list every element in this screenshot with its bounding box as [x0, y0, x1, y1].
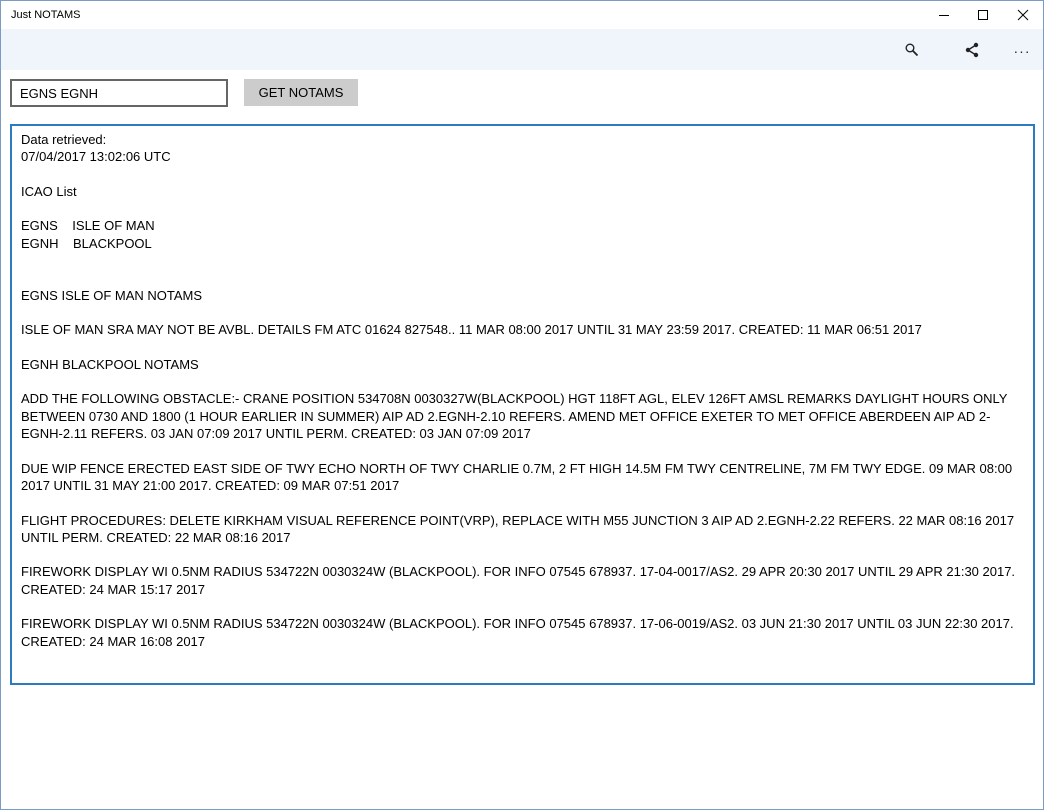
- section-heading: EGNS ISLE OF MAN NOTAMS: [21, 287, 203, 303]
- notam-entry: DUE WIP FENCE ERECTED EAST SIDE OF TWY E…: [21, 460, 1013, 493]
- app-window: Just NOTAMS ··· EGNS EGNH GET NOTAMS Dat…: [0, 0, 1044, 810]
- icao-name: BLACKPOOL: [73, 235, 152, 251]
- retrieved-label: Data retrieved:: [21, 132, 107, 147]
- maximize-button[interactable]: [963, 1, 1003, 29]
- icao-list-title: ICAO List: [21, 183, 77, 199]
- icao-code: EGNS: [21, 218, 58, 234]
- close-button[interactable]: [1003, 1, 1043, 29]
- share-button[interactable]: [952, 29, 992, 70]
- minimize-button[interactable]: [924, 1, 964, 29]
- notams-output[interactable]: Data retrieved: 07/04/2017 13:02:06 UTC …: [10, 124, 1035, 685]
- command-bar: ···: [1, 29, 1043, 70]
- icao-code: EGNH: [21, 235, 59, 251]
- notam-entry: FIREWORK DISPLAY WI 0.5NM RADIUS 534722N…: [21, 616, 1014, 649]
- notam-entry: ISLE OF MAN SRA MAY NOT BE AVBL. DETAILS…: [21, 322, 922, 338]
- notam-entry: FLIGHT PROCEDURES: DELETE KIRKHAM VISUAL…: [21, 512, 1015, 545]
- more-options-button[interactable]: ···: [1002, 29, 1042, 70]
- icao-name: ISLE OF MAN: [72, 218, 155, 234]
- more-icon: ···: [1013, 42, 1031, 59]
- notam-entry: FIREWORK DISPLAY WI 0.5NM RADIUS 534722N…: [21, 564, 1016, 597]
- icao-list-item: EGNH BLACKPOOL: [21, 235, 1033, 252]
- search-button[interactable]: [892, 29, 932, 70]
- window-title: Just NOTAMS: [11, 9, 81, 21]
- notam-entry: ADD THE FOLLOWING OBSTACLE:- CRANE POSIT…: [21, 391, 1008, 442]
- get-notams-button[interactable]: GET NOTAMS: [244, 79, 358, 106]
- retrieved-time: 07/04/2017 13:02:06 UTC: [21, 149, 171, 165]
- title-bar[interactable]: Just NOTAMS: [1, 1, 1043, 29]
- share-icon: [965, 42, 979, 57]
- close-icon: [1017, 9, 1029, 21]
- section-heading: EGNH BLACKPOOL NOTAMS: [21, 356, 199, 372]
- search-icon: [905, 43, 919, 56]
- minimize-icon: [939, 15, 949, 16]
- maximize-icon: [978, 10, 988, 20]
- icao-input[interactable]: [10, 79, 228, 107]
- icao-list-item: EGNS ISLE OF MAN: [21, 217, 1033, 234]
